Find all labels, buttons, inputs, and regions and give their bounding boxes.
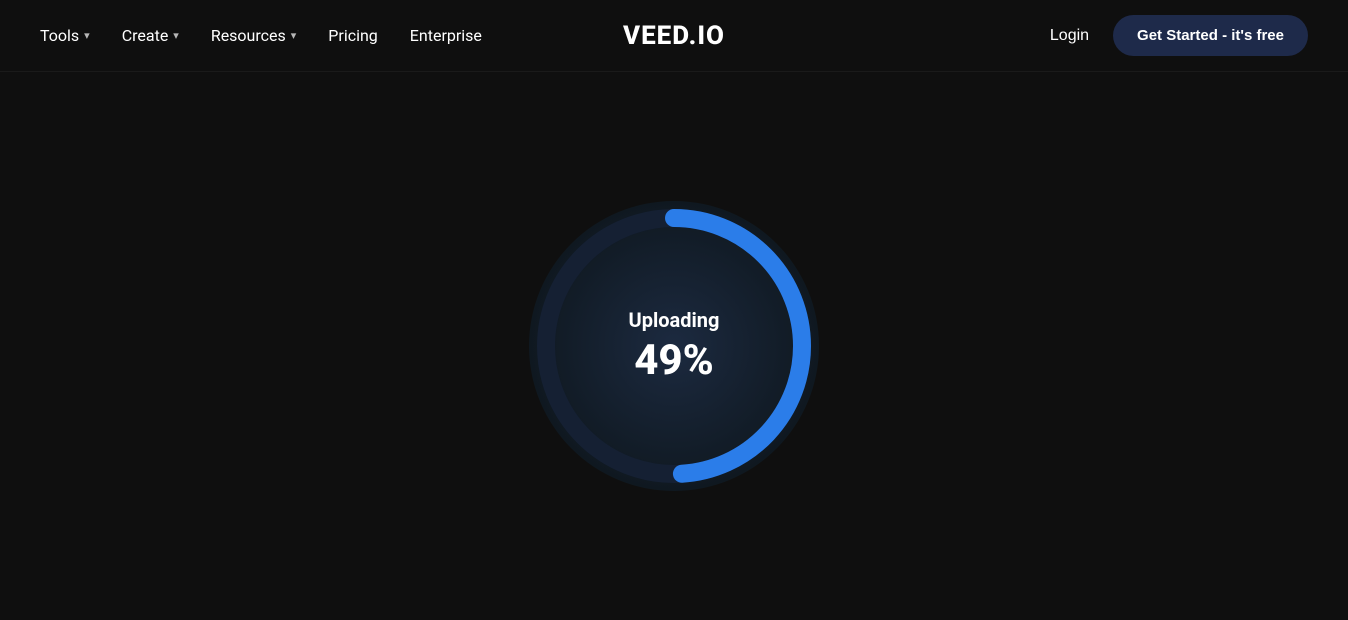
header: Tools ▾ Create ▾ Resources ▾ Pricing Ent… [0, 0, 1348, 72]
tools-chevron-icon: ▾ [84, 29, 90, 42]
main-content: Uploading 49% [0, 72, 1348, 620]
create-label: Create [122, 26, 169, 45]
resources-label: Resources [211, 26, 286, 45]
nav-enterprise[interactable]: Enterprise [410, 26, 482, 45]
nav-tools[interactable]: Tools ▾ [40, 26, 90, 45]
nav-resources[interactable]: Resources ▾ [211, 26, 296, 45]
create-chevron-icon: ▾ [173, 29, 179, 42]
nav-left: Tools ▾ Create ▾ Resources ▾ Pricing Ent… [40, 26, 482, 45]
uploading-label: Uploading [629, 308, 720, 332]
nav-right: Login Get Started - it's free [1050, 15, 1308, 56]
site-logo[interactable]: VEED.IO [623, 21, 725, 51]
nav-pricing[interactable]: Pricing [328, 26, 378, 45]
login-button[interactable]: Login [1050, 27, 1089, 45]
tools-label: Tools [40, 26, 79, 45]
upload-progress-container: Uploading 49% [514, 186, 834, 506]
resources-chevron-icon: ▾ [291, 29, 297, 42]
get-started-button[interactable]: Get Started - it's free [1113, 15, 1308, 56]
enterprise-label: Enterprise [410, 26, 482, 45]
nav-create[interactable]: Create ▾ [122, 26, 179, 45]
pricing-label: Pricing [328, 26, 378, 45]
percentage-label: 49% [629, 336, 720, 385]
progress-text: Uploading 49% [629, 308, 720, 385]
